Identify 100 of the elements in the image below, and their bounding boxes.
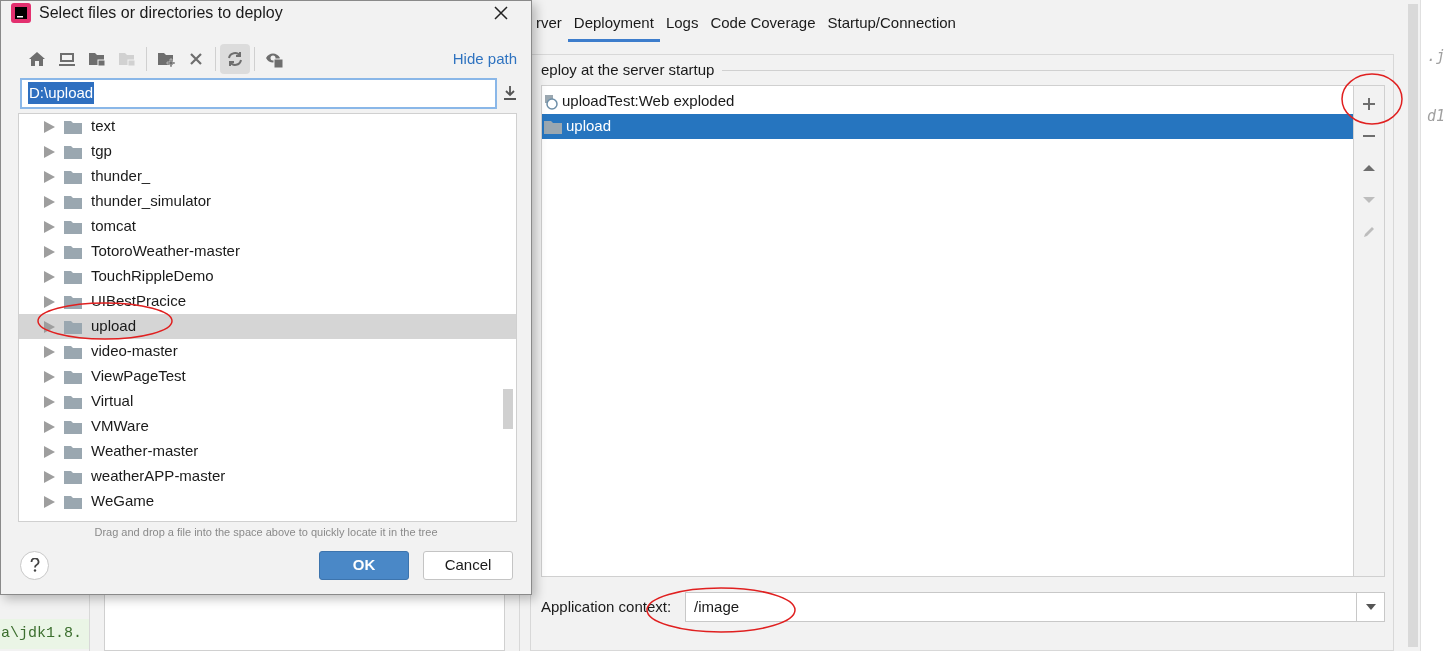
expand-icon xyxy=(44,395,55,408)
deployment-row[interactable]: uploadTest:Web exploded xyxy=(542,89,1353,114)
tree-row[interactable]: text xyxy=(19,114,516,139)
new-folder-icon xyxy=(157,50,175,68)
folder-icon xyxy=(64,119,82,134)
tree-label: thunder_ xyxy=(91,166,151,187)
home-icon xyxy=(28,50,46,68)
tree-label: TouchRippleDemo xyxy=(91,266,214,287)
expand-icon xyxy=(44,270,55,283)
folder-icon xyxy=(64,169,82,184)
download-icon xyxy=(503,85,517,101)
expand-icon xyxy=(44,420,55,433)
code-fragment: d1 xyxy=(1427,105,1447,127)
artifact-icon xyxy=(544,93,558,110)
folder-icon xyxy=(64,144,82,159)
dialog-title: Select files or directories to deploy xyxy=(39,3,284,23)
refresh-button[interactable] xyxy=(220,44,250,74)
context-combo[interactable]: /image xyxy=(685,592,1385,622)
folder-icon xyxy=(64,494,82,509)
hide-path-link[interactable]: Hide path xyxy=(452,47,517,71)
close-icon xyxy=(494,6,508,20)
monitor-icon xyxy=(58,50,76,68)
tree-label: UIBestPracice xyxy=(91,291,187,312)
context-value: /image xyxy=(693,596,741,617)
deployment-label: upload xyxy=(566,116,612,137)
tree-row[interactable]: ViewPageTest xyxy=(19,364,516,389)
app-logo-icon xyxy=(11,3,31,23)
expand-icon xyxy=(44,145,55,158)
refresh-icon xyxy=(226,50,244,68)
tree-label: tgp xyxy=(91,141,112,162)
path-field[interactable]: D:\upload xyxy=(20,77,497,109)
tree-row[interactable]: thunder_simulator xyxy=(19,189,516,214)
tree-label: VMWare xyxy=(91,416,149,437)
tab[interactable]: Startup/Connection xyxy=(821,0,962,42)
tab[interactable]: Logs xyxy=(659,0,705,42)
code-fragment: .j xyxy=(1427,46,1447,67)
expand-icon xyxy=(44,195,55,208)
tab[interactable]: rver xyxy=(530,0,568,42)
tree-label: upload xyxy=(91,316,137,337)
question-icon xyxy=(29,558,40,572)
ok-button[interactable]: OK xyxy=(319,550,409,580)
tree-row[interactable]: tomcat xyxy=(19,214,516,239)
tree-row[interactable]: upload xyxy=(19,314,516,339)
expand-icon xyxy=(44,445,55,458)
tree-row[interactable]: TotoroWeather-master xyxy=(19,239,516,264)
expand-icon xyxy=(44,470,55,483)
pencil-icon xyxy=(1362,225,1376,239)
console-text: a\jdk1.8. xyxy=(0,618,89,649)
deployment-row[interactable]: upload xyxy=(542,114,1353,139)
folder-icon xyxy=(64,244,82,259)
hint-text: Drag and drop a file into the space above to quickly locate it in the tree xyxy=(93,525,439,540)
tree-label: WeGame xyxy=(91,491,155,512)
expand-icon xyxy=(44,370,55,383)
tab[interactable]: Code Coverage xyxy=(704,0,822,42)
folder-icon xyxy=(118,50,136,68)
expand-icon xyxy=(44,320,55,333)
folder-icon xyxy=(544,119,562,134)
path-value: D:\upload xyxy=(28,81,95,105)
folder-icon xyxy=(64,369,82,384)
tree-label: text xyxy=(91,116,116,137)
section-title: eploy at the server startup xyxy=(541,59,715,80)
tree-row[interactable]: VMWare xyxy=(19,414,516,439)
tree-row[interactable]: weatherAPP-master xyxy=(19,464,516,489)
tree-row[interactable]: video-master xyxy=(19,339,516,364)
tree-row[interactable]: Weather-master xyxy=(19,439,516,464)
folder-icon xyxy=(64,419,82,434)
cancel-button[interactable]: Cancel xyxy=(423,550,513,580)
folder-icon xyxy=(64,194,82,209)
expand-icon xyxy=(44,170,55,183)
tree-row[interactable]: tgp xyxy=(19,139,516,164)
tree-label: TotoroWeather-master xyxy=(91,241,240,262)
scrollbar-thumb xyxy=(503,389,513,429)
tree-label: video-master xyxy=(91,341,178,362)
tree-row[interactable]: Virtual xyxy=(19,389,516,414)
tree-label: weatherAPP-master xyxy=(91,466,226,487)
expand-icon xyxy=(44,495,55,508)
folder-icon xyxy=(64,469,82,484)
deployment-label: uploadTest:Web exploded xyxy=(562,91,735,112)
add-icon xyxy=(1362,97,1376,111)
tree-label: thunder_simulator xyxy=(91,191,212,212)
expand-icon xyxy=(44,220,55,233)
folder-icon xyxy=(64,219,82,234)
tree-row[interactable]: UIBestPracice xyxy=(19,289,516,314)
folder-icon xyxy=(64,394,82,409)
tree-label: Virtual xyxy=(91,391,134,412)
tree-row[interactable]: TouchRippleDemo xyxy=(19,264,516,289)
folder-icon xyxy=(64,444,82,459)
folder-icon xyxy=(64,319,82,334)
caret-icon xyxy=(1365,604,1376,610)
folder-icon xyxy=(64,294,82,309)
folder-icon xyxy=(64,269,82,284)
help-button[interactable] xyxy=(20,550,49,580)
tree-row[interactable]: WeGame xyxy=(19,489,516,514)
expand-icon xyxy=(44,295,55,308)
tree-row[interactable]: thunder_ xyxy=(19,164,516,189)
expand-icon xyxy=(44,345,55,358)
tree-label: ViewPageTest xyxy=(91,366,186,387)
folder-icon xyxy=(88,50,106,68)
tree-label: Weather-master xyxy=(91,441,199,462)
tab[interactable]: Deployment xyxy=(567,0,660,42)
